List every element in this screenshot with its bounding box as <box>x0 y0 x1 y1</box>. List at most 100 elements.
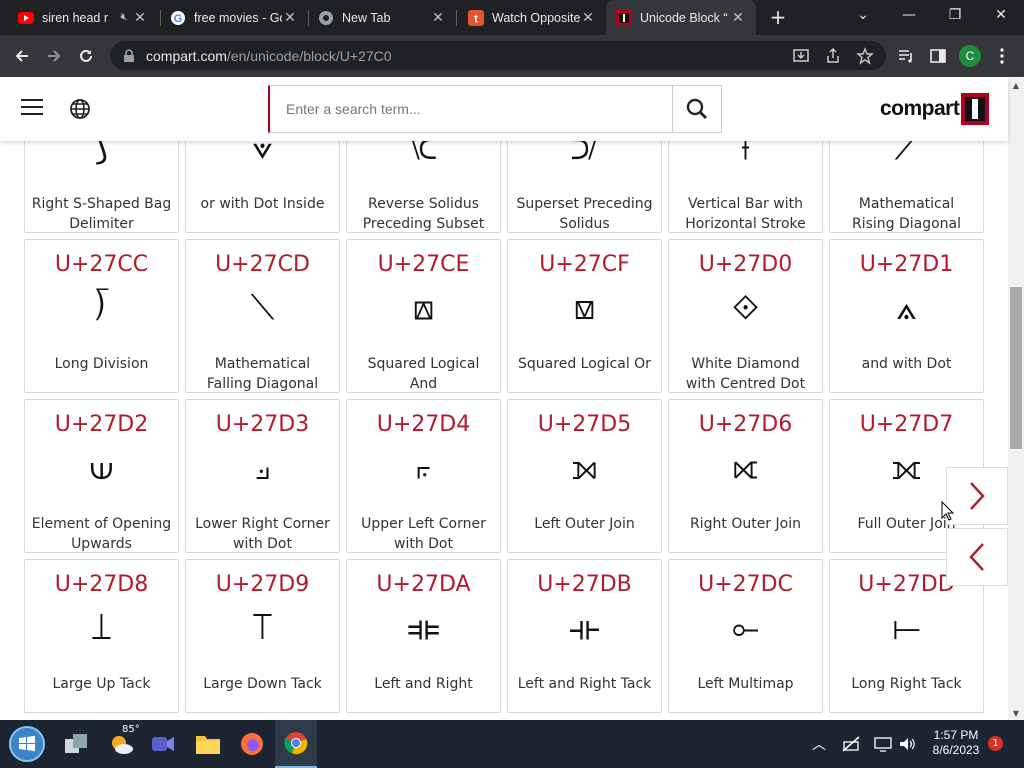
page-scrollbar[interactable]: ▲ ▼ <box>1008 77 1024 720</box>
taskbar-firefox[interactable] <box>231 720 273 768</box>
notification-badge[interactable]: 1 <box>988 736 1003 751</box>
character-card[interactable]: U+27CC ⟌ Long Division <box>24 239 179 393</box>
globe-language-icon[interactable] <box>69 98 91 120</box>
code-point: U+27D5 <box>537 412 632 437</box>
hamburger-menu-icon[interactable] <box>21 99 43 117</box>
profile-avatar[interactable]: C <box>959 45 981 67</box>
chrome-menu-button[interactable] <box>989 43 1015 69</box>
character-name: Lower Right Corner with Dot <box>195 516 330 552</box>
taskbar-meet[interactable] <box>142 720 184 768</box>
character-card[interactable]: U+27D4 ⟔ Upper Left Corner with Dot <box>346 399 501 553</box>
character-name: Mathematical Rising Diagonal <box>851 196 962 232</box>
tab-unicode-block[interactable]: Unicode Block “ ✕ <box>606 0 756 35</box>
previous-page-button[interactable] <box>946 528 1008 586</box>
close-tab-icon[interactable]: ✕ <box>730 9 746 26</box>
code-point: U+27D7 <box>859 412 954 437</box>
character-glyph: ⟜ <box>731 608 760 648</box>
speaker-volume-icon[interactable] <box>898 736 916 752</box>
forward-button[interactable] <box>41 43 67 69</box>
character-glyph: ⟖ <box>732 448 759 488</box>
address-bar[interactable]: compart.com/en/unicode/block/U+27C0 <box>110 41 886 70</box>
character-name: Element of Opening Upwards <box>31 516 172 552</box>
code-point: U+27DB <box>537 572 632 597</box>
tab-watch-opposite[interactable]: t Watch Opposite ✕ <box>458 0 606 35</box>
minimize-button[interactable]: — <box>886 0 932 30</box>
tab-title: free movies - Go <box>194 10 282 25</box>
system-clock[interactable]: 1:57 PM 8/6/2023 <box>920 728 992 758</box>
next-page-button[interactable] <box>946 467 1008 525</box>
url-text: compart.com/en/unicode/block/U+27C0 <box>146 48 392 64</box>
close-tab-icon[interactable]: ✕ <box>282 9 298 26</box>
scroll-down-arrow[interactable]: ▼ <box>1008 709 1024 718</box>
character-glyph: ⟒ <box>89 448 114 488</box>
google-icon: G <box>170 10 186 26</box>
search-button[interactable] <box>672 86 721 132</box>
show-hidden-icons-icon[interactable]: ︿ <box>812 734 826 754</box>
character-card[interactable]: U+27D6 ⟖ Right Outer Join <box>668 399 823 553</box>
character-card[interactable]: U+27D5 ⟕ Left Outer Join <box>507 399 662 553</box>
character-card[interactable]: U+27CD ⟍ Mathematical Falling Diagonal <box>185 239 340 393</box>
reload-icon <box>80 49 92 62</box>
character-card[interactable]: U+27D9 ⟙ Large Down Tack <box>185 559 340 713</box>
taskbar-file-manager[interactable] <box>56 720 98 768</box>
share-icon[interactable] <box>824 47 842 65</box>
character-card[interactable]: U+27D1 ⟑ and with Dot <box>829 239 984 393</box>
character-card[interactable]: U+27D8 ⟘ Large Up Tack <box>24 559 179 713</box>
kebab-menu-icon <box>1000 48 1004 64</box>
mouse-cursor-icon <box>941 501 955 521</box>
character-card[interactable]: U+27DA ⟚ Left and Right <box>346 559 501 713</box>
network-disconnected-icon[interactable] <box>842 736 860 752</box>
character-name: Left and Right <box>374 676 473 692</box>
tab-search-button[interactable]: ⌄ <box>840 0 886 30</box>
code-point: U+27D2 <box>54 412 149 437</box>
character-card[interactable]: U+27CF ⟏ Squared Logical Or <box>507 239 662 393</box>
character-name: and with Dot <box>861 356 952 372</box>
new-tab-button[interactable]: + <box>766 4 790 30</box>
tab-title: siren head r <box>42 10 109 25</box>
taskbar-chrome[interactable] <box>275 720 317 768</box>
character-card[interactable]: U+27CE ⟎ Squared Logical And <box>346 239 501 393</box>
character-name: White Diamond with Centred Dot <box>685 356 806 392</box>
character-name: Vertical Bar with Horizontal Stroke <box>685 196 806 232</box>
media-controls-button[interactable] <box>893 43 919 69</box>
code-point: U+27CD <box>215 252 310 277</box>
logo-text: compart <box>880 97 960 120</box>
tab-siren-head[interactable]: siren head r 🔇︎ ✕ <box>8 0 158 35</box>
code-point: U+27DC <box>698 572 793 597</box>
compart-logo[interactable]: compart <box>880 93 990 125</box>
tab-free-movies[interactable]: G free movies - Go ✕ <box>160 0 308 35</box>
scrollbar-thumb[interactable] <box>1010 287 1022 449</box>
speaker-icon[interactable]: 🔇︎ <box>116 11 132 24</box>
close-tab-icon[interactable]: ✕ <box>430 9 446 26</box>
scroll-up-arrow[interactable]: ▲ <box>1008 81 1024 90</box>
start-button[interactable] <box>4 722 50 766</box>
tab-strip: siren head r 🔇︎ ✕ G free movies - Go ✕ N… <box>0 0 1024 35</box>
bookmark-star-icon[interactable] <box>856 47 874 65</box>
close-window-button[interactable]: ✕ <box>978 0 1024 30</box>
character-card[interactable]: U+27D3 ⟓ Lower Right Corner with Dot <box>185 399 340 553</box>
tab-title: Unicode Block “ <box>640 10 728 25</box>
taskbar-file-explorer[interactable] <box>187 720 229 768</box>
side-panel-button[interactable] <box>925 43 951 69</box>
forward-arrow-icon <box>48 50 61 62</box>
close-tab-icon[interactable]: ✕ <box>580 9 596 26</box>
character-card[interactable]: U+27D2 ⟒ Element of Opening Upwards <box>24 399 179 553</box>
reload-button[interactable] <box>73 43 99 69</box>
maximize-button[interactable]: ❐ <box>932 0 978 30</box>
chevron-left-icon <box>969 543 984 571</box>
url-path: /en/unicode/block/U+27C0 <box>226 47 392 64</box>
tab-new-tab[interactable]: New Tab ✕ <box>308 0 456 35</box>
character-card[interactable]: U+27DB ⟛ Left and Right Tack <box>507 559 662 713</box>
back-button[interactable] <box>9 43 35 69</box>
character-card[interactable]: U+27DC ⟜ Left Multimap <box>668 559 823 713</box>
search-input[interactable] <box>270 86 672 132</box>
install-app-icon[interactable] <box>792 47 810 65</box>
code-point: U+27DA <box>376 572 471 597</box>
display-icon[interactable] <box>874 736 892 752</box>
character-glyph: ⟎ <box>412 288 435 328</box>
character-glyph: ⟔ <box>415 448 432 488</box>
code-point: U+27D6 <box>698 412 793 437</box>
character-card[interactable]: U+27D0 ⟐ White Diamond with Centred Dot <box>668 239 823 393</box>
code-point: U+27CF <box>539 252 630 277</box>
close-tab-icon[interactable]: ✕ <box>132 9 148 26</box>
